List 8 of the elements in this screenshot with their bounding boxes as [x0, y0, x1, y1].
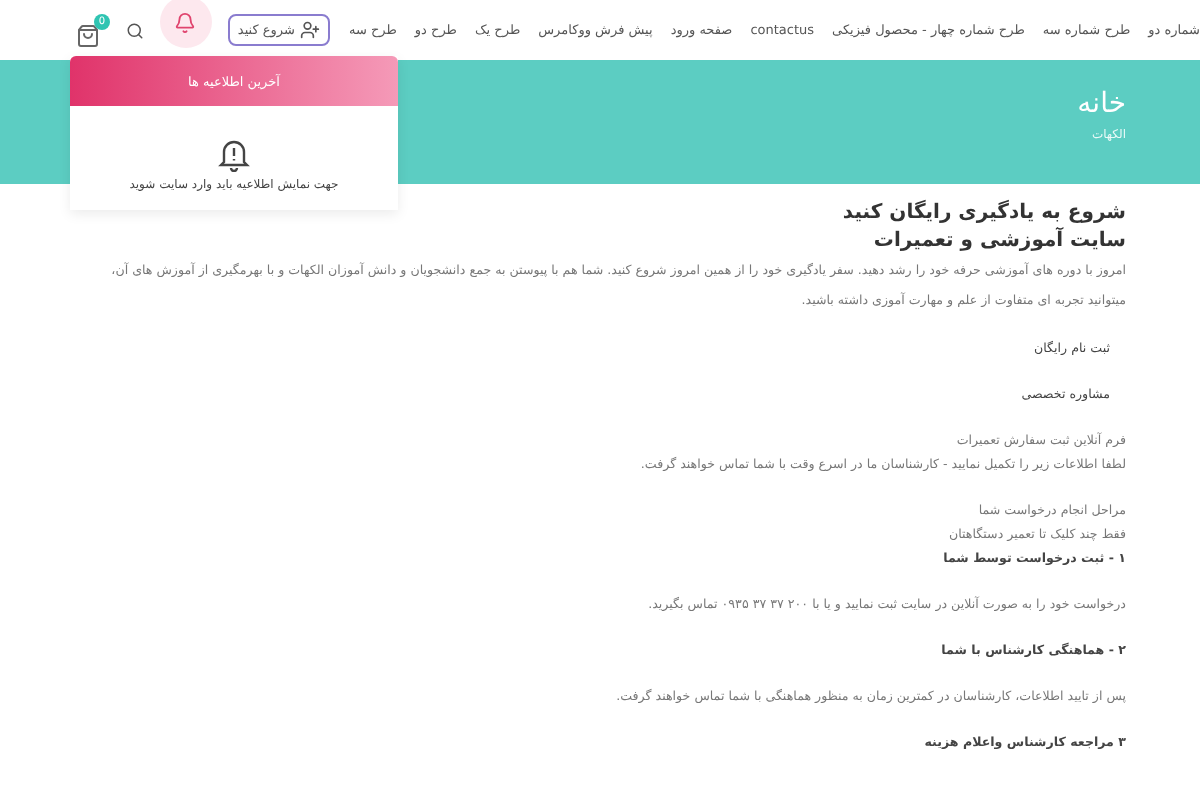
bell-alert-icon	[218, 138, 250, 172]
page-title: خانه	[1075, 88, 1126, 120]
search-icon[interactable]	[125, 21, 144, 39]
section-heading: شروع به یادگیری رایگان کنید	[840, 200, 1126, 227]
user-plus-icon	[300, 20, 321, 40]
section-heading: سایت آموزشی و تعمیرات	[871, 228, 1126, 256]
bell-icon	[174, 11, 197, 33]
bell-button[interactable]	[159, 0, 212, 48]
